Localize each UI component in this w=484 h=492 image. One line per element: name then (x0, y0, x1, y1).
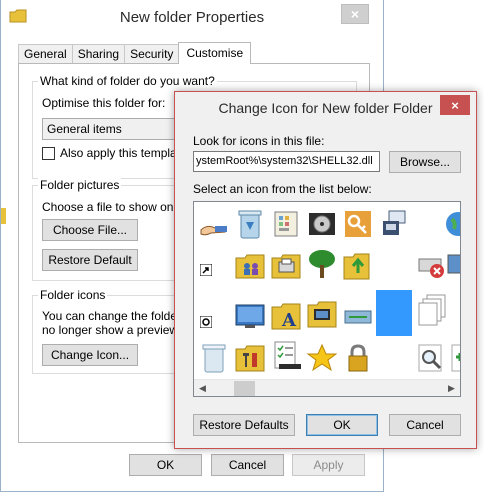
monitor-partial-icon[interactable] (446, 250, 460, 282)
selected-blank-icon[interactable] (376, 290, 412, 336)
hand-share-icon[interactable] (198, 214, 230, 246)
titlebar: New folder Properties × (1, 0, 383, 36)
folder-printer-icon[interactable] (270, 250, 302, 282)
globe-partial-icon[interactable] (442, 208, 460, 240)
tab-general[interactable]: General (18, 44, 73, 64)
padlock-icon[interactable] (342, 342, 374, 374)
cancel-button[interactable]: Cancel (211, 454, 284, 476)
close-icon: × (350, 6, 360, 22)
dialog-close-button[interactable]: × (440, 95, 470, 115)
key-icon[interactable] (342, 208, 374, 240)
svg-text:A: A (281, 310, 297, 331)
tab-customise[interactable]: Customise (178, 42, 252, 64)
browse-button[interactable]: Browse... (389, 151, 461, 173)
choose-file-button[interactable]: Choose File... (42, 219, 138, 241)
scroll-right-icon[interactable]: ▶ (443, 380, 460, 396)
group-title: Folder pictures (38, 178, 122, 192)
star-icon[interactable] (306, 342, 338, 374)
folder-computer-icon[interactable] (306, 298, 338, 330)
ok-button[interactable]: OK (129, 454, 202, 476)
close-button[interactable]: × (341, 4, 369, 24)
icon-list[interactable]: A ◀ ▶ (193, 201, 461, 397)
magnifier-icon[interactable] (416, 342, 448, 374)
recycle-bin-empty-icon[interactable] (198, 342, 230, 374)
apply-button[interactable]: Apply (292, 454, 365, 476)
printer-network-icon[interactable] (378, 208, 410, 240)
change-icon-dialog: Change Icon for New folder Folder × Look… (174, 91, 477, 449)
desktop-monitor-icon[interactable] (234, 300, 266, 332)
group-title: What kind of folder do you want? (38, 74, 217, 88)
window-title: New folder Properties (119, 9, 265, 26)
change-icon-button[interactable]: Change Icon... (42, 344, 138, 366)
optimise-label: Optimise this folder for: (42, 96, 166, 110)
dialog-titlebar: Change Icon for New folder Folder × (175, 92, 476, 122)
desktop-folder-sliver (1, 208, 6, 224)
icon-file-path-input[interactable]: ystemRoot%\system32\SHELL32.dll (193, 151, 380, 172)
dialog-title: Change Icon for New folder Folder (218, 100, 433, 116)
scroll-left-icon[interactable]: ◀ (194, 380, 211, 396)
restore-defaults-button[interactable]: Restore Defaults (193, 414, 295, 436)
icons-desc-line1: You can change the folder ic (42, 309, 194, 323)
look-for-label: Look for icons in this file: (193, 134, 325, 148)
dialog-ok-button[interactable]: OK (306, 414, 378, 436)
pictures-desc: Choose a file to show on this (42, 200, 196, 214)
add-partial-icon[interactable] (446, 342, 460, 374)
tab-security[interactable]: Security (124, 44, 180, 64)
select-icon-label: Select an icon from the list below: (193, 182, 372, 196)
folder-users-icon[interactable] (234, 250, 266, 282)
error-overlay-icon[interactable] (416, 250, 448, 282)
font-folder-icon[interactable]: A (270, 300, 302, 332)
scroll-thumb[interactable] (234, 381, 255, 396)
folder-tools-icon[interactable] (234, 342, 266, 374)
tab-strip: General Sharing Security Customise (18, 42, 252, 64)
shortcut-overlay-icon[interactable] (198, 262, 214, 278)
horizontal-scrollbar[interactable]: ◀ ▶ (194, 379, 460, 396)
media-disc-icon[interactable] (306, 208, 338, 240)
sync-overlay-icon[interactable] (198, 314, 214, 330)
tab-sharing[interactable]: Sharing (71, 44, 126, 64)
dialog-cancel-button[interactable]: Cancel (389, 414, 461, 436)
apply-template-checkbox[interactable] (42, 147, 55, 160)
icons-desc-line2: no longer show a preview of (42, 323, 192, 337)
documents-stack-icon[interactable] (416, 294, 448, 326)
network-icon[interactable] (342, 300, 374, 332)
close-icon: × (451, 97, 459, 113)
restore-default-button[interactable]: Restore Default (42, 249, 138, 271)
checklist-icon[interactable] (270, 340, 302, 372)
folder-up-arrow-icon[interactable] (342, 250, 374, 282)
recycle-bin-full-icon[interactable] (234, 208, 266, 240)
group-title: Folder icons (38, 288, 108, 302)
tree-icon[interactable] (306, 248, 338, 280)
control-panel-icon[interactable] (270, 208, 302, 240)
